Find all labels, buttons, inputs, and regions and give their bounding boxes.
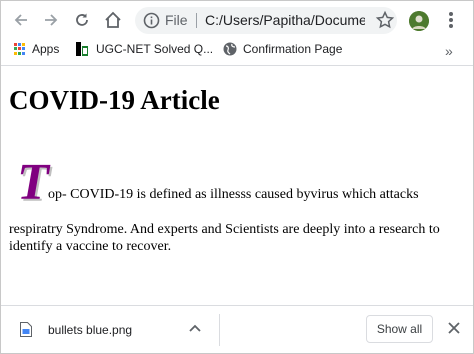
address-bar[interactable]: File C:/Users/Papitha/Docume... [135,7,397,34]
globe-icon [223,42,237,56]
menu-dot-icon [449,24,453,28]
url-text[interactable]: C:/Users/Papitha/Docume... [205,12,365,28]
reload-button[interactable] [72,10,92,30]
bookmark-label: Apps [32,42,60,56]
menu-dot-icon [449,12,453,16]
menu-dot-icon [449,18,453,22]
home-icon [105,11,121,28]
drop-cap-letter: T [17,154,49,211]
omnibox-divider [196,13,197,28]
reload-icon [76,13,88,26]
image-file-icon[interactable] [20,322,32,337]
downloads-shelf: bullets blue.png Show all [1,305,473,353]
bookmarks-bar: Apps UGC-NET Solved Q... Confirmation Pa… [1,38,473,63]
profile-avatar[interactable] [409,11,429,31]
ugc-net-favicon-icon [76,42,88,56]
article-first-line: op- COVID-19 is defined as illnesss caus… [48,187,419,202]
bookmark-ugc-net[interactable]: UGC-NET Solved Q... [76,42,213,56]
info-icon[interactable] [143,12,160,29]
avatar-icon [409,11,429,31]
chevron-up-icon[interactable] [188,322,202,336]
star-icon[interactable] [375,10,395,30]
browser-window: File C:/Users/Papitha/Docume... Apps UGC… [0,0,474,354]
bookmarks-overflow-button[interactable]: » [445,43,453,59]
page-content: COVID-19 Article T op- COVID-19 is defin… [1,66,473,306]
bookmark-label: Confirmation Page [243,42,343,56]
apps-grid-icon [14,43,26,55]
shelf-divider [219,314,220,346]
download-file-name[interactable]: bullets blue.png [48,323,132,337]
article-body: respiratry Syndrome. And experts and Sci… [9,222,440,254]
bookmark-apps[interactable]: Apps [14,42,59,56]
arrow-left-icon [14,14,27,26]
bookmark-confirmation[interactable]: Confirmation Page [223,42,342,56]
page-title: COVID-19 Article [9,85,220,115]
close-icon[interactable] [447,321,461,335]
arrow-right-icon [45,14,58,26]
bookmark-label: UGC-NET Solved Q... [96,42,214,56]
browser-toolbar: File C:/Users/Papitha/Docume... [1,1,473,38]
show-all-button[interactable]: Show all [366,315,433,343]
forward-button[interactable] [41,10,61,30]
back-button[interactable] [11,10,31,30]
menu-button[interactable] [448,12,454,30]
security-label: File [165,12,188,28]
home-button[interactable] [103,10,123,30]
